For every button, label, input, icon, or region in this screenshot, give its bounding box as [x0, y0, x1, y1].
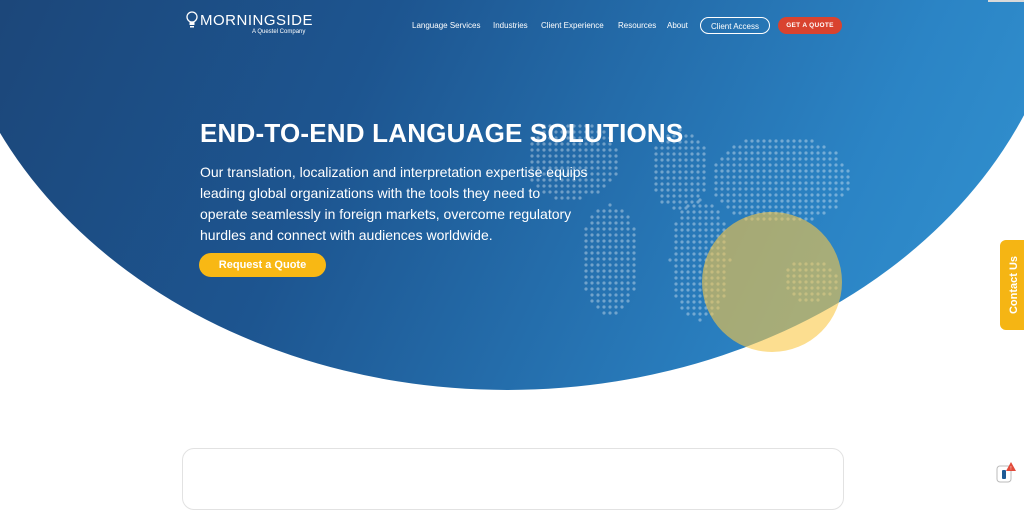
- request-quote-button[interactable]: Request a Quote: [199, 253, 326, 277]
- top-divider: [988, 0, 1024, 2]
- nav-industries[interactable]: Industries: [493, 21, 528, 30]
- contact-us-label: Contact Us: [1008, 255, 1020, 315]
- decorative-yellow-circle: [702, 212, 842, 352]
- get-quote-button[interactable]: GET A QUOTE: [778, 17, 842, 34]
- svg-text:!: !: [1010, 466, 1011, 472]
- nav-resources[interactable]: Resources: [618, 21, 656, 30]
- nav-language-services[interactable]: Language Services: [412, 21, 481, 30]
- contact-us-tab[interactable]: Contact Us: [1000, 240, 1024, 330]
- client-access-button[interactable]: Client Access: [700, 17, 770, 34]
- lightbulb-icon: [186, 11, 198, 28]
- content-card: [182, 448, 844, 510]
- logo-name: MORNINGSIDE: [200, 12, 314, 29]
- chat-alert-icon[interactable]: !: [996, 462, 1016, 484]
- hero-title: END-TO-END LANGUAGE SOLUTIONS: [200, 118, 684, 148]
- logo-tagline: A Questel Company: [252, 29, 306, 35]
- hero-description: Our translation, localization and interp…: [200, 164, 588, 243]
- nav-client-experience[interactable]: Client Experience: [541, 21, 604, 30]
- nav-about[interactable]: About: [667, 21, 688, 30]
